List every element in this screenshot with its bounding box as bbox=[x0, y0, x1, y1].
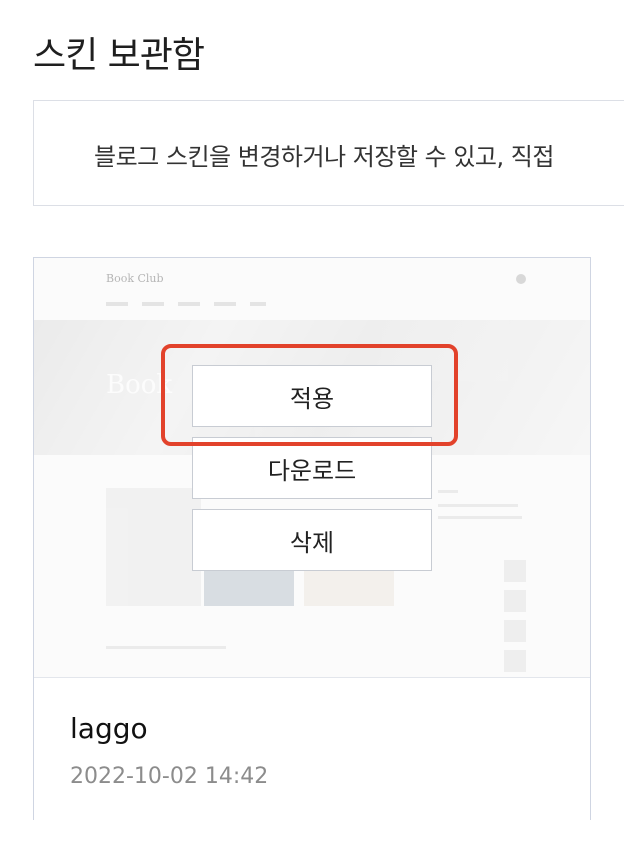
theme-dot-icon bbox=[516, 274, 526, 284]
preview-hero-text: Book bbox=[106, 370, 173, 400]
preview-side-thumb-2 bbox=[504, 590, 526, 612]
delete-button[interactable]: 삭제 bbox=[192, 509, 432, 571]
info-text: 블로그 스킨을 변경하거나 저장할 수 있고, 직접 bbox=[94, 143, 554, 171]
preview-side-thumb-4 bbox=[504, 650, 526, 672]
skin-card[interactable]: Book Club Book 적용 다운로드 삭제 laggo 2022-10-… bbox=[33, 257, 591, 820]
preview-image-1 bbox=[106, 488, 201, 606]
download-button[interactable]: 다운로드 bbox=[192, 437, 432, 499]
skin-date: 2022-10-02 14:42 bbox=[70, 764, 269, 789]
preview-nav bbox=[106, 302, 266, 306]
info-box: 블로그 스킨을 변경하거나 저장할 수 있고, 직접 bbox=[33, 100, 624, 206]
preview-post-title bbox=[106, 646, 226, 649]
preview-side-line-2 bbox=[438, 504, 518, 507]
preview-side-thumb-1 bbox=[504, 560, 526, 582]
card-footer: laggo 2022-10-02 14:42 bbox=[34, 677, 590, 820]
preview-logo: Book Club bbox=[106, 272, 164, 285]
apply-button[interactable]: 적용 bbox=[192, 365, 432, 427]
preview-side-line-1 bbox=[438, 490, 458, 493]
page-title: 스킨 보관함 bbox=[33, 35, 205, 76]
skin-name: laggo bbox=[70, 712, 148, 745]
preview-side-line-3 bbox=[438, 516, 522, 519]
skin-thumbnail: Book Club Book 적용 다운로드 삭제 bbox=[34, 258, 590, 677]
preview-side-thumb-3 bbox=[504, 620, 526, 642]
